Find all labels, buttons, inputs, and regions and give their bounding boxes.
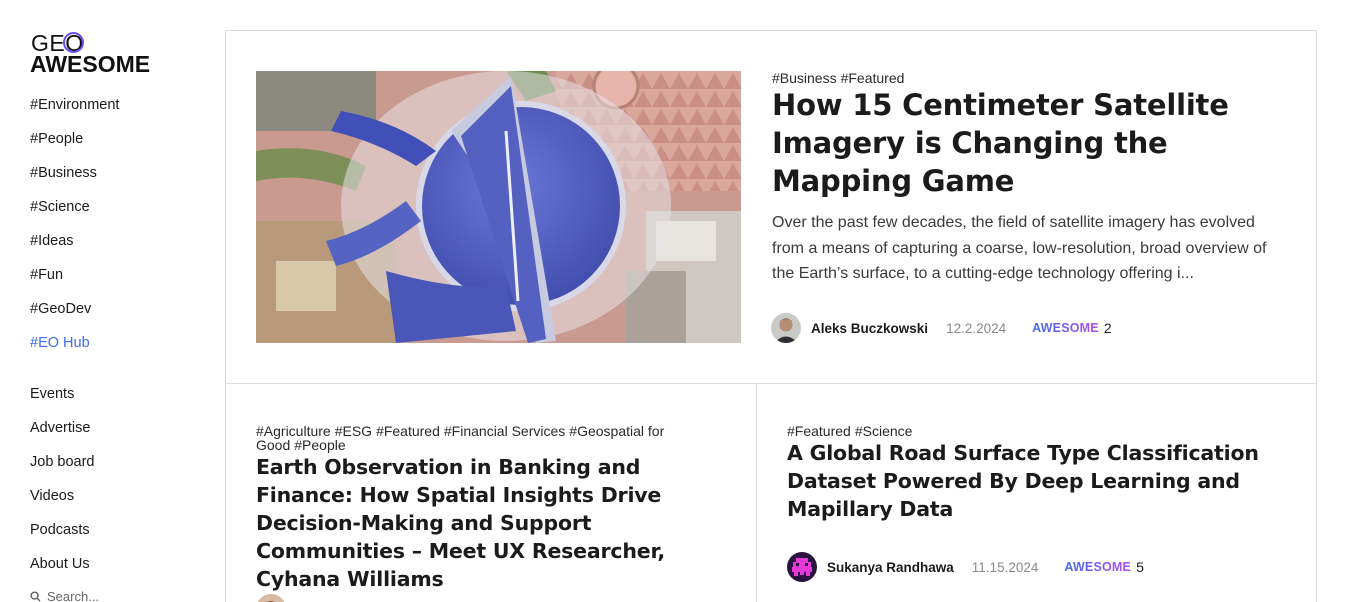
sidebar: GEO AWESOME #Environment #People #Busine… bbox=[0, 0, 225, 602]
awesome-count: 2 bbox=[1103, 320, 1112, 336]
page-nav: Events Advertise Job board Videos Podcas… bbox=[30, 385, 95, 589]
nav-item-job-board[interactable]: Job board bbox=[30, 453, 95, 487]
nav-item-events[interactable]: Events bbox=[30, 385, 95, 419]
featured-article-image[interactable] bbox=[256, 71, 741, 343]
article-card-1-tags: #Agriculture #ESG #Featured #Financial Serv… bbox=[256, 424, 746, 452]
tag-featured[interactable]: #Featured bbox=[787, 423, 851, 439]
nav-item-eo-hub[interactable]: #EO Hub bbox=[30, 334, 119, 368]
author-name[interactable]: Sukanya Randhawa bbox=[827, 560, 954, 575]
awesome-badge[interactable]: AWESOME bbox=[1064, 560, 1131, 574]
nav-item-geodev[interactable]: #GeoDev bbox=[30, 300, 119, 334]
nav-item-ideas[interactable]: #Ideas bbox=[30, 232, 119, 266]
article-card-2-meta: Sukanya Randhawa 11.15.2024 AWESOME 5 bbox=[787, 552, 1144, 582]
grid-divider-horizontal bbox=[225, 383, 1317, 384]
tag-business[interactable]: #Business bbox=[772, 70, 837, 86]
featured-article-title[interactable]: How 15 Centimeter Satellite Imagery is C… bbox=[772, 86, 1242, 200]
awesome-badge[interactable]: AWESOME bbox=[1032, 321, 1099, 335]
nav-item-fun[interactable]: #Fun bbox=[30, 266, 119, 300]
tag-featured[interactable]: #Featured bbox=[841, 70, 905, 86]
site-logo[interactable]: GEO AWESOME bbox=[30, 31, 160, 77]
category-nav: #Environment #People #Business #Science … bbox=[30, 96, 119, 368]
logo-awesome-text: AWESOME bbox=[30, 51, 151, 77]
avatar[interactable] bbox=[771, 313, 801, 343]
nav-item-advertise[interactable]: Advertise bbox=[30, 419, 95, 453]
nav-item-people[interactable]: #People bbox=[30, 130, 119, 164]
featured-article-meta: Aleks Buczkowski 12.2.2024 AWESOME 2 bbox=[771, 313, 1112, 343]
nav-item-videos[interactable]: Videos bbox=[30, 487, 95, 521]
grid-divider-vertical bbox=[756, 383, 757, 602]
nav-item-business[interactable]: #Business bbox=[30, 164, 119, 198]
avatar[interactable] bbox=[787, 552, 817, 582]
nav-item-environment[interactable]: #Environment bbox=[30, 96, 119, 130]
tag-people[interactable]: #People bbox=[294, 437, 345, 453]
featured-article-excerpt: Over the past few decades, the field of … bbox=[772, 214, 1267, 282]
article-card-2-title[interactable]: A Global Road Surface Type Classificatio… bbox=[787, 439, 1267, 523]
publish-date: 11.15.2024 bbox=[971, 559, 1039, 575]
tag-featured[interactable]: #Featured bbox=[376, 423, 440, 439]
nav-item-about-us[interactable]: About Us bbox=[30, 555, 95, 589]
search-placeholder: Search... bbox=[47, 589, 100, 602]
tag-financial-services[interactable]: #Financial Services bbox=[444, 423, 565, 439]
logo-ring bbox=[63, 32, 84, 53]
tag-science[interactable]: #Science bbox=[855, 423, 913, 439]
featured-article-tags: #Business #Featured bbox=[772, 71, 908, 85]
author-name[interactable]: Aleks Buczkowski bbox=[811, 321, 928, 336]
search-icon bbox=[30, 591, 41, 602]
article-card-2-tags: #Featured #Science bbox=[787, 424, 916, 438]
publish-date: 12.2.2024 bbox=[946, 320, 1007, 336]
nav-item-podcasts[interactable]: Podcasts bbox=[30, 521, 95, 555]
article-card-1-title[interactable]: Earth Observation in Banking and Finance… bbox=[256, 453, 736, 593]
nav-item-science[interactable]: #Science bbox=[30, 198, 119, 232]
search-input[interactable]: Search... bbox=[30, 589, 99, 602]
awesome-count: 5 bbox=[1136, 559, 1144, 575]
